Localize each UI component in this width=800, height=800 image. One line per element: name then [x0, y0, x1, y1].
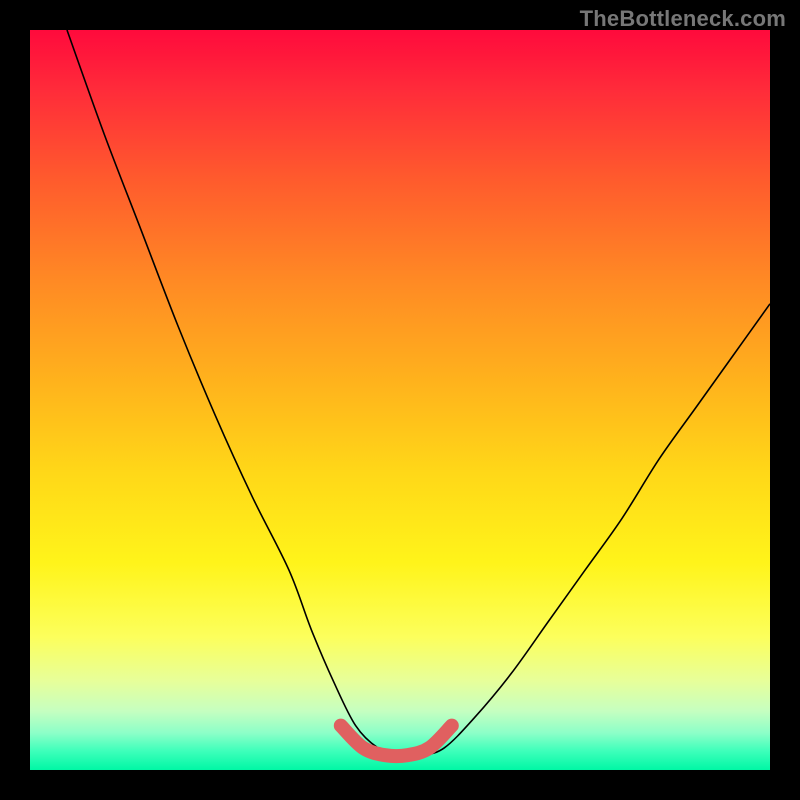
optimal-range-highlight [341, 726, 452, 757]
bottleneck-curve [67, 30, 770, 756]
plot-area [30, 30, 770, 770]
chart-svg [30, 30, 770, 770]
watermark-text: TheBottleneck.com [580, 6, 786, 32]
chart-frame: TheBottleneck.com [0, 0, 800, 800]
